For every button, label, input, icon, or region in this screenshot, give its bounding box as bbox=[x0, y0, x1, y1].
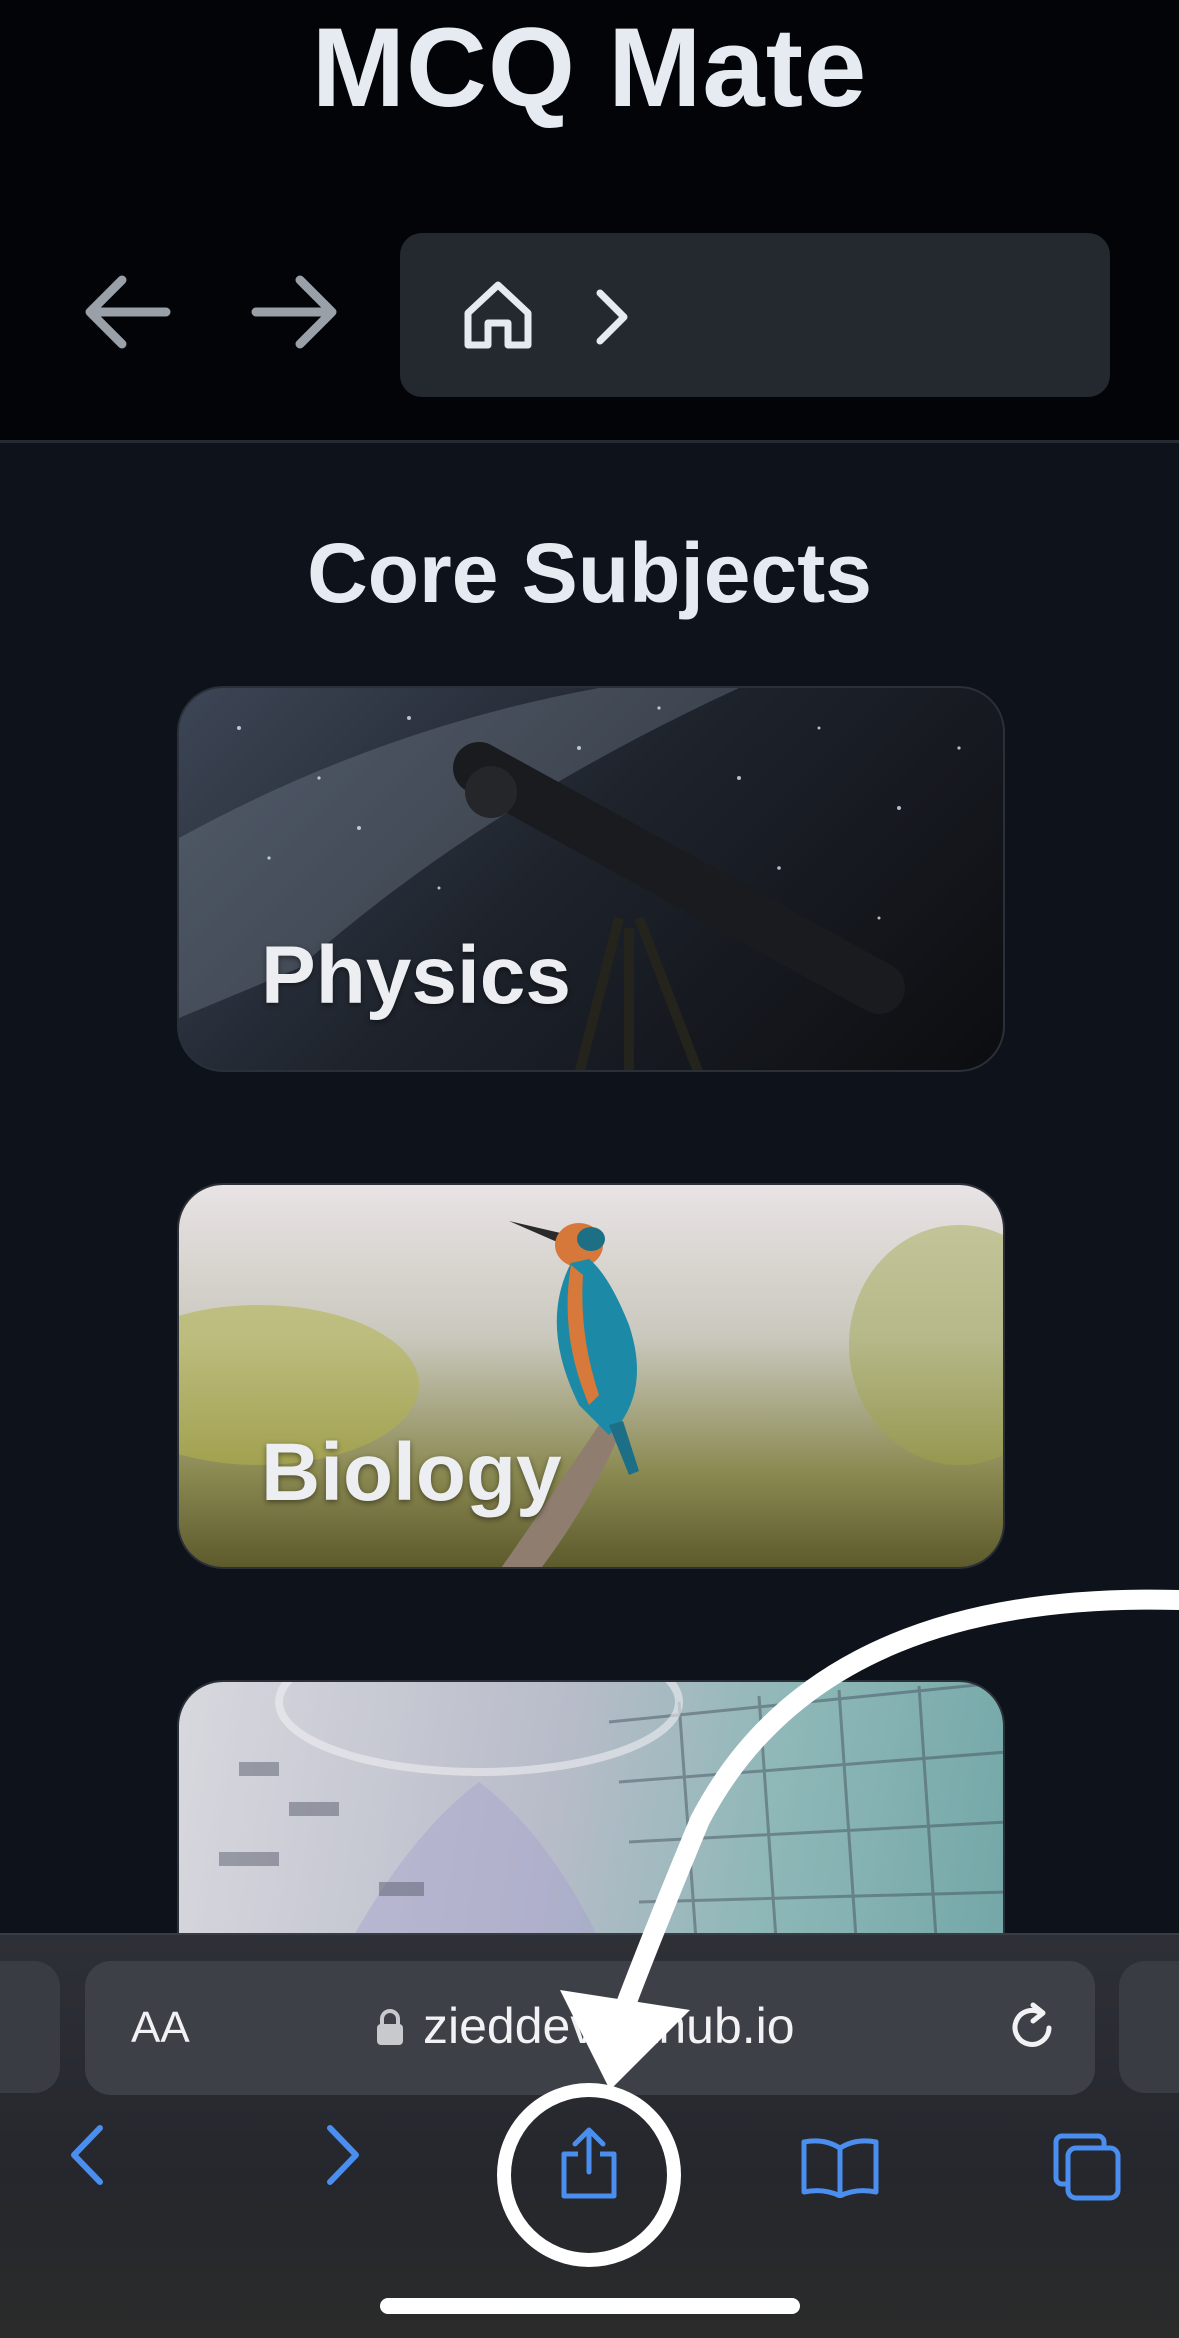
chevron-right-icon bbox=[596, 289, 628, 345]
bookmarks-icon[interactable] bbox=[800, 2136, 880, 2198]
tabs-icon[interactable] bbox=[1050, 2130, 1124, 2204]
chemistry-card-image bbox=[219, 1682, 1003, 1933]
arrow-right-icon[interactable] bbox=[242, 264, 346, 360]
reload-icon[interactable] bbox=[1005, 2001, 1059, 2055]
subject-card-chemistry[interactable] bbox=[177, 1680, 1005, 1933]
home-icon[interactable] bbox=[460, 277, 536, 353]
app-header: MCQ Mate bbox=[0, 0, 1179, 443]
back-icon[interactable] bbox=[62, 2120, 112, 2190]
main-content: Core Subjects Physics Biology bbox=[0, 443, 1179, 1933]
subject-card-label: Physics bbox=[261, 930, 571, 1021]
app-title: MCQ Mate bbox=[311, 5, 868, 130]
section-title: Core Subjects bbox=[307, 526, 872, 620]
arrow-left-icon[interactable] bbox=[76, 264, 180, 360]
next-tab-peek[interactable] bbox=[1119, 1961, 1179, 2093]
breadcrumb bbox=[400, 233, 1110, 397]
home-indicator bbox=[380, 2298, 800, 2314]
lock-icon bbox=[377, 2009, 403, 2045]
address-bar[interactable]: AA zieddev.github.io bbox=[85, 1961, 1095, 2095]
subject-card-physics[interactable]: Physics bbox=[177, 686, 1005, 1072]
share-icon[interactable] bbox=[556, 2124, 622, 2202]
subject-card-biology[interactable]: Biology bbox=[177, 1183, 1005, 1569]
url-text: zieddev.github.io bbox=[423, 1998, 795, 2054]
previous-tab-peek[interactable] bbox=[0, 1961, 60, 2093]
subject-card-label: Biology bbox=[261, 1427, 562, 1518]
forward-icon[interactable] bbox=[318, 2120, 368, 2190]
text-size-button[interactable]: AA bbox=[131, 2001, 190, 2055]
